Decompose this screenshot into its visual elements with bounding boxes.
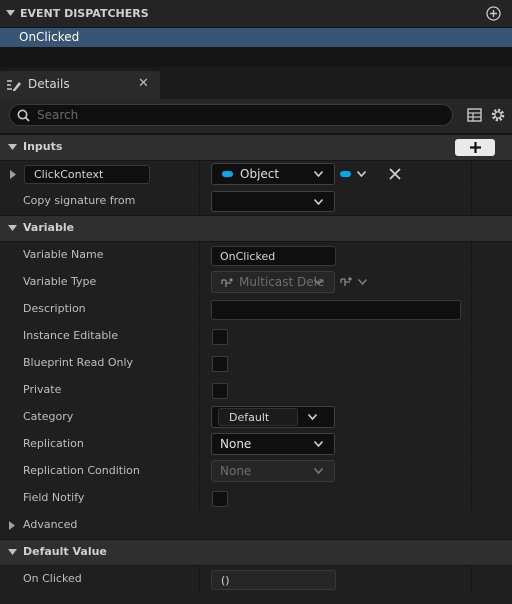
chevron-down-icon [314,279,323,285]
field-notify-label: Field Notify [23,491,85,504]
replication-value: None [220,437,252,451]
close-icon[interactable]: ✕ [138,76,149,91]
variable-name-label: Variable Name [23,248,104,261]
chevron-down-icon [314,441,323,447]
search-placeholder: Search [37,108,79,122]
copy-signature-combo[interactable] [211,191,335,212]
chevron-down-icon [314,171,323,177]
copy-signature-label: Copy signature from [23,194,136,207]
object-pin-icon [222,171,233,177]
tab-details-label: Details [28,77,70,91]
variable-container-dropdown[interactable] [339,275,369,289]
single-pin-icon [340,171,351,177]
variable-type-value: Multicast Dele [239,275,325,289]
variable-type-combo[interactable]: Multicast Dele [211,271,335,293]
gear-icon[interactable] [490,107,506,123]
inputs-section-header[interactable]: Inputs [0,135,512,160]
collapse-arrow-icon [8,549,17,555]
instance-editable-row: Instance Editable [0,323,512,350]
replication-condition-value: None [220,464,252,478]
variable-section-title: Variable [23,221,75,234]
replication-condition-label: Replication Condition [23,464,140,477]
table-view-icon[interactable] [467,108,482,122]
event-dispatcher-item[interactable]: OnClicked [0,28,512,47]
chevron-down-icon [358,279,367,285]
on-clicked-row: On Clicked () [0,566,512,593]
category-label: Category [23,410,74,423]
instance-editable-label: Instance Editable [23,329,119,342]
variable-section-header[interactable]: Variable [0,216,512,241]
blueprint-read-only-row: Blueprint Read Only [0,350,512,377]
param-name-value: ClickContext [34,168,104,181]
description-label: Description [23,302,86,315]
chevron-down-icon [308,414,317,420]
panel-footer [0,593,512,604]
default-value-section-header[interactable]: Default Value [0,540,512,565]
chevron-down-icon [314,199,323,205]
on-clicked-label: On Clicked [23,572,82,585]
on-clicked-value: () [221,574,230,587]
field-notify-checkbox[interactable] [212,491,228,507]
param-type-value: Object [240,167,280,181]
tab-details[interactable]: Details ✕ [0,71,160,99]
category-value: Default [229,411,270,424]
delegate-icon [221,278,233,287]
event-dispatchers-header[interactable]: EVENT DISPATCHERS [0,0,512,27]
input-param-row: ClickContext Object [0,161,512,188]
add-circle-icon[interactable] [486,6,501,21]
container-type-dropdown[interactable] [340,167,368,181]
expand-arrow-icon [9,521,15,530]
collapse-arrow-icon [6,10,15,16]
on-clicked-field[interactable]: () [211,570,336,590]
chevron-down-icon [357,171,366,177]
replication-row: Replication None [0,431,512,458]
collapse-arrow-icon [8,225,17,231]
description-field[interactable] [211,300,461,320]
field-notify-row: Field Notify [0,485,512,512]
description-row: Description [0,296,512,323]
category-row: Category Default [0,404,512,431]
variable-name-field[interactable]: OnClicked [211,246,336,266]
private-checkbox[interactable] [212,383,228,399]
replication-combo[interactable]: None [211,433,335,455]
details-icon [7,80,21,91]
search-icon [17,109,30,122]
inputs-section-title: Inputs [23,140,63,153]
add-input-button[interactable] [455,139,495,156]
replication-condition-row: Replication Condition None [0,458,512,485]
advanced-label: Advanced [23,518,78,531]
search-input[interactable]: Search [9,104,453,126]
category-combo[interactable]: Default [211,406,335,428]
category-text-field[interactable]: Default [218,408,298,426]
collapse-arrow-icon [8,144,17,150]
replication-condition-combo[interactable]: None [211,460,335,482]
plus-icon [469,142,481,153]
remove-param-icon[interactable] [389,168,401,180]
variable-name-row: Variable Name OnClicked [0,242,512,269]
advanced-row[interactable]: Advanced [0,512,512,539]
param-type-combo[interactable]: Object [211,163,335,185]
copy-signature-row: Copy signature from [0,188,512,215]
delegate-icon [340,277,352,286]
variable-name-value: OnClicked [220,250,276,263]
blueprint-read-only-label: Blueprint Read Only [23,356,134,369]
chevron-down-icon [314,468,323,474]
expand-arrow-icon[interactable] [10,170,16,179]
instance-editable-checkbox[interactable] [212,329,228,345]
blueprint-read-only-checkbox[interactable] [212,356,228,372]
private-label: Private [23,383,62,396]
variable-type-row: Variable Type Multicast Dele [0,269,512,296]
replication-label: Replication [23,437,84,450]
private-row: Private [0,377,512,404]
event-dispatcher-item-label: OnClicked [19,30,80,44]
default-value-section-title: Default Value [23,545,107,558]
param-name-field[interactable]: ClickContext [24,165,150,184]
event-dispatchers-title: EVENT DISPATCHERS [20,7,149,20]
variable-type-label: Variable Type [23,275,97,288]
